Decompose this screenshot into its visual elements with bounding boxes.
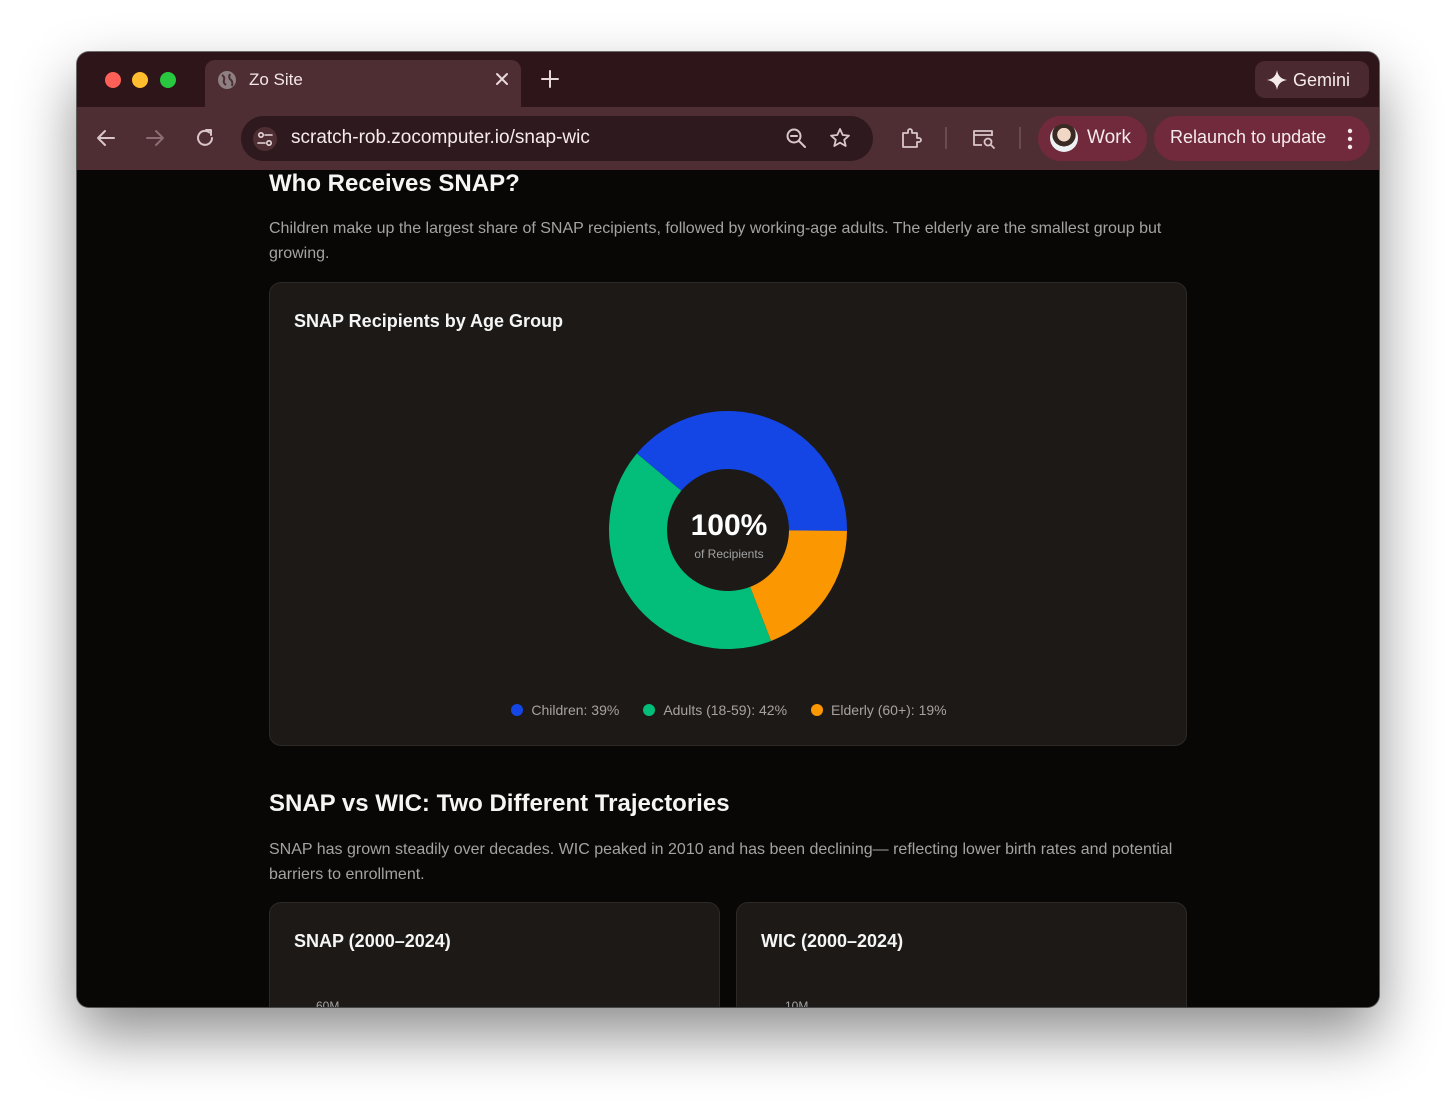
gemini-label: Gemini: [1293, 70, 1351, 90]
chart-title: SNAP Recipients by Age Group: [294, 311, 564, 331]
close-window-button[interactable]: [105, 72, 121, 88]
legend-item-children[interactable]: Children: 39%: [511, 702, 619, 718]
gemini-button[interactable]: Gemini: [1255, 61, 1369, 98]
sparkle-icon: [1267, 70, 1287, 90]
toolbar-divider: [1019, 127, 1021, 149]
legend-swatch: [811, 704, 824, 716]
section-heading: SNAP vs WIC: Two Different Trajectories: [269, 790, 730, 817]
toolbar: scratch-rob.zocomputer.io/snap-wic Work: [77, 107, 1379, 170]
section-description: Children make up the largest share of SN…: [269, 220, 1162, 262]
legend-swatch: [643, 704, 656, 716]
plus-icon[interactable]: [539, 68, 561, 90]
page-content: Who Receives SNAP? Children make up the …: [77, 170, 1379, 1007]
legend-label: Children: 39%: [531, 702, 620, 718]
profile-button[interactable]: Work: [1038, 116, 1147, 161]
kebab-menu-icon[interactable]: [1346, 128, 1354, 150]
reload-icon[interactable]: [194, 127, 216, 149]
arrow-left-icon[interactable]: [95, 127, 117, 149]
chart-title: WIC (2000–2024): [761, 931, 904, 951]
legend-swatch: [511, 704, 524, 716]
section-heading: Who Receives SNAP?: [269, 170, 520, 197]
y-axis-tick: 60M: [316, 999, 340, 1007]
chart-title: SNAP (2000–2024): [294, 931, 451, 951]
maximize-window-button[interactable]: [160, 72, 176, 88]
tune-icon[interactable]: [253, 127, 277, 151]
browser-window: Zo Site Gemini scratch-rob.zocomputer.io…: [77, 52, 1379, 1007]
globe-icon: [218, 71, 236, 89]
legend-item-elderly[interactable]: Elderly (60+): 19%: [811, 702, 947, 718]
minimize-window-button[interactable]: [132, 72, 148, 88]
relaunch-label: Relaunch to update: [1170, 127, 1327, 147]
legend-item-adults[interactable]: Adults (18-59): 42%: [643, 702, 787, 718]
wic-trend-card: WIC (2000–2024) 10M: [736, 902, 1187, 1007]
close-icon[interactable]: [493, 70, 511, 88]
legend-label: Elderly (60+): 19%: [831, 702, 947, 718]
tab-search-icon[interactable]: [971, 126, 997, 150]
tab-title: Zo Site: [249, 70, 303, 89]
section-description: SNAP has grown steadily over decades. WI…: [269, 841, 1173, 883]
url-text[interactable]: scratch-rob.zocomputer.io/snap-wic: [291, 127, 590, 149]
y-axis-tick: 10M: [785, 999, 809, 1007]
donut-center-value: 100%: [690, 509, 768, 542]
donut-chart-card: SNAP Recipients by Age Group 100% of Rec…: [269, 282, 1187, 746]
address-bar[interactable]: scratch-rob.zocomputer.io/snap-wic: [241, 116, 873, 161]
snap-trend-card: SNAP (2000–2024) 60M: [269, 902, 720, 1007]
browser-tab[interactable]: Zo Site: [205, 60, 521, 107]
relaunch-button[interactable]: Relaunch to update: [1154, 116, 1370, 161]
chart-legend: Children: 39% Adults (18-59): 42% Elderl…: [270, 702, 1188, 718]
zoom-out-icon[interactable]: [785, 127, 807, 149]
toolbar-divider: [945, 127, 947, 149]
donut-center-label: of Recipients: [694, 547, 764, 561]
title-bar: Zo Site Gemini: [77, 52, 1379, 107]
avatar: [1050, 124, 1078, 152]
legend-label: Adults (18-59): 42%: [663, 702, 788, 718]
arrow-right-icon[interactable]: [144, 127, 166, 149]
star-icon[interactable]: [829, 127, 851, 149]
profile-label: Work: [1087, 127, 1131, 148]
puzzle-icon[interactable]: [899, 126, 923, 150]
